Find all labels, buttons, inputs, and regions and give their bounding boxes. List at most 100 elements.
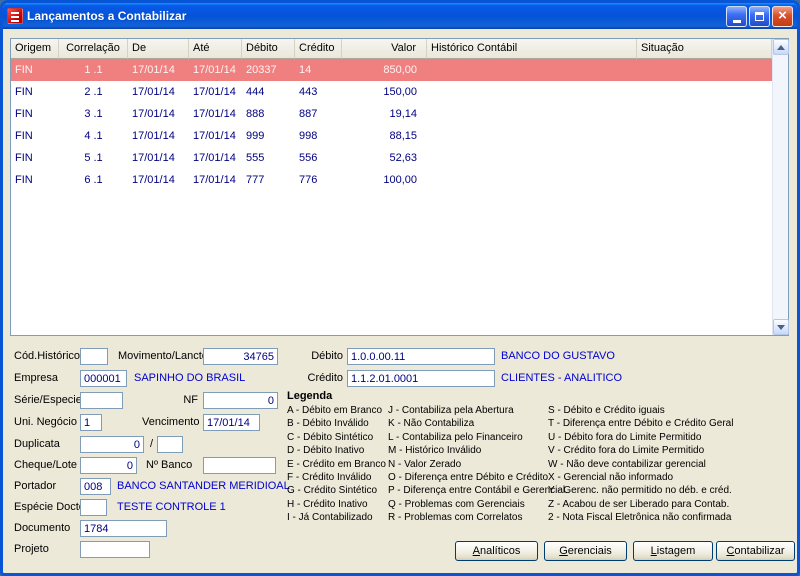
legend-item: 2 - Nota Fiscal Eletrônica não confirmad… bbox=[548, 511, 733, 524]
especie-docto-name: TESTE CONTROLE 1 bbox=[117, 501, 226, 513]
column-header-ate[interactable]: Até bbox=[189, 39, 242, 59]
app-window: Lançamentos a Contabilizar Origem Correl… bbox=[0, 0, 800, 576]
column-header-debito[interactable]: Débito bbox=[242, 39, 295, 59]
cell-correlacao: 3 .1 bbox=[59, 108, 128, 120]
table-row[interactable]: FIN 4 .1 17/01/14 17/01/14 999 998 88,15 bbox=[11, 125, 772, 147]
serie-especie-input[interactable] bbox=[80, 392, 123, 409]
maximize-button[interactable] bbox=[749, 6, 770, 27]
listagem-button[interactable]: Listagem bbox=[633, 541, 713, 561]
duplicata-label: Duplicata bbox=[14, 438, 60, 450]
table-row[interactable]: FIN 5 .1 17/01/14 17/01/14 555 556 52,63 bbox=[11, 147, 772, 169]
cell-credito: 556 bbox=[295, 152, 342, 164]
column-header-de[interactable]: De bbox=[128, 39, 189, 59]
contabilizar-button-label: Contabilizar bbox=[726, 545, 784, 557]
cell-credito: 443 bbox=[295, 86, 342, 98]
legend-item: L - Contabiliza pelo Financeiro bbox=[388, 431, 565, 444]
cell-debito: 555 bbox=[242, 152, 295, 164]
legend-item: A - Débito em Branco bbox=[287, 404, 386, 417]
minimize-icon bbox=[733, 20, 741, 23]
contabilizar-button[interactable]: Contabilizar bbox=[716, 541, 795, 561]
projeto-input[interactable] bbox=[80, 541, 150, 558]
cell-origem: FIN bbox=[11, 64, 59, 76]
column-header-valor[interactable]: Valor bbox=[342, 39, 427, 59]
table-row[interactable]: FIN 1 .1 17/01/14 17/01/14 20337 14 850,… bbox=[11, 59, 772, 81]
column-header-situacao[interactable]: Situação bbox=[637, 39, 772, 59]
cell-valor: 52,63 bbox=[342, 152, 427, 164]
maximize-icon bbox=[755, 12, 764, 21]
vertical-scrollbar[interactable] bbox=[772, 39, 788, 335]
cheque-lote-input[interactable] bbox=[80, 457, 137, 474]
legend-item: T - Diferença entre Débito e Crédito Ger… bbox=[548, 417, 733, 430]
close-icon bbox=[778, 7, 787, 25]
legend-item: Z - Acabou de ser Liberado para Contab. bbox=[548, 498, 733, 511]
cell-valor: 850,00 bbox=[342, 64, 427, 76]
legend-item: F - Crédito Inválido bbox=[287, 471, 386, 484]
cell-valor: 88,15 bbox=[342, 130, 427, 142]
cod-historico-input[interactable] bbox=[80, 348, 108, 365]
titlebar[interactable]: Lançamentos a Contabilizar bbox=[3, 3, 797, 29]
window-title: Lançamentos a Contabilizar bbox=[27, 9, 722, 23]
table-row[interactable]: FIN 3 .1 17/01/14 17/01/14 888 887 19,14 bbox=[11, 103, 772, 125]
minimize-button[interactable] bbox=[726, 6, 747, 27]
movimento-input[interactable] bbox=[203, 348, 278, 365]
debito-input[interactable] bbox=[347, 348, 495, 365]
scroll-down-button[interactable] bbox=[773, 319, 789, 335]
legend-item: Q - Problemas com Gerenciais bbox=[388, 498, 565, 511]
duplicata-seq-input[interactable] bbox=[157, 436, 183, 453]
legend-item: U - Débito fora do Limite Permitido bbox=[548, 431, 733, 444]
duplicata-input[interactable] bbox=[80, 436, 144, 453]
legend-item: K - Não Contabiliza bbox=[388, 417, 565, 430]
nf-input[interactable] bbox=[203, 392, 278, 409]
column-header-origem[interactable]: Origem bbox=[11, 39, 59, 59]
legend-item: C - Débito Sintético bbox=[287, 431, 386, 444]
legend-column-2: J - Contabiliza pela Abertura K - Não Co… bbox=[388, 404, 565, 525]
uni-negocio-input[interactable] bbox=[80, 414, 102, 431]
close-button[interactable] bbox=[772, 6, 793, 27]
portador-input[interactable] bbox=[80, 478, 111, 495]
cell-de: 17/01/14 bbox=[128, 64, 189, 76]
legend-item: O - Diferença entre Débito e Crédito bbox=[388, 471, 565, 484]
debito-account-name: BANCO DO GUSTAVO bbox=[501, 350, 615, 362]
table-row[interactable]: FIN 6 .1 17/01/14 17/01/14 777 776 100,0… bbox=[11, 169, 772, 191]
cell-correlacao: 5 .1 bbox=[59, 152, 128, 164]
portador-name: BANCO SANTANDER MERIDIOAL bbox=[117, 480, 290, 492]
listagem-button-label: Listagem bbox=[651, 545, 696, 557]
cell-origem: FIN bbox=[11, 130, 59, 142]
legend-item: S - Débito e Crédito iguais bbox=[548, 404, 733, 417]
analiticos-button-label: Analíticos bbox=[473, 545, 521, 557]
chevron-up-icon bbox=[777, 45, 785, 50]
scroll-up-button[interactable] bbox=[773, 39, 789, 55]
nf-label: NF bbox=[173, 394, 198, 406]
chevron-down-icon bbox=[777, 325, 785, 330]
cell-de: 17/01/14 bbox=[128, 130, 189, 142]
table-row[interactable]: FIN 2 .1 17/01/14 17/01/14 444 443 150,0… bbox=[11, 81, 772, 103]
portador-label: Portador bbox=[14, 480, 56, 492]
legend-item: J - Contabiliza pela Abertura bbox=[388, 404, 565, 417]
vencimento-input[interactable] bbox=[203, 414, 260, 431]
cell-debito: 20337 bbox=[242, 64, 295, 76]
especie-docto-label: Espécie Docto bbox=[14, 501, 85, 513]
cell-credito: 998 bbox=[295, 130, 342, 142]
column-header-correlacao[interactable]: Correlação bbox=[59, 39, 128, 59]
legend-item: V - Crédito fora do Limite Permitido bbox=[548, 444, 733, 457]
legend-item: E - Crédito em Branco bbox=[287, 458, 386, 471]
cell-valor: 19,14 bbox=[342, 108, 427, 120]
credito-account-name: CLIENTES - ANALITICO bbox=[501, 372, 622, 384]
movimento-label: Movimento/Lancto bbox=[118, 350, 208, 362]
column-header-historico[interactable]: Histórico Contábil bbox=[427, 39, 637, 59]
n-banco-input[interactable] bbox=[203, 457, 276, 474]
credito-input[interactable] bbox=[347, 370, 495, 387]
serie-especie-label: Série/Especie bbox=[14, 394, 82, 406]
cell-origem: FIN bbox=[11, 174, 59, 186]
legend-item: W - Não deve contabilizar gerencial bbox=[548, 458, 733, 471]
gerenciais-button[interactable]: Gerenciais bbox=[544, 541, 627, 561]
empresa-input[interactable] bbox=[80, 370, 127, 387]
analiticos-button[interactable]: Analíticos bbox=[455, 541, 538, 561]
grid-body: Origem Correlação De Até Débito Crédito … bbox=[11, 39, 772, 335]
cell-de: 17/01/14 bbox=[128, 152, 189, 164]
column-header-credito[interactable]: Crédito bbox=[295, 39, 342, 59]
cell-ate: 17/01/14 bbox=[189, 152, 242, 164]
cell-correlacao: 1 .1 bbox=[59, 64, 128, 76]
documento-input[interactable] bbox=[80, 520, 167, 537]
especie-docto-input[interactable] bbox=[80, 499, 107, 516]
